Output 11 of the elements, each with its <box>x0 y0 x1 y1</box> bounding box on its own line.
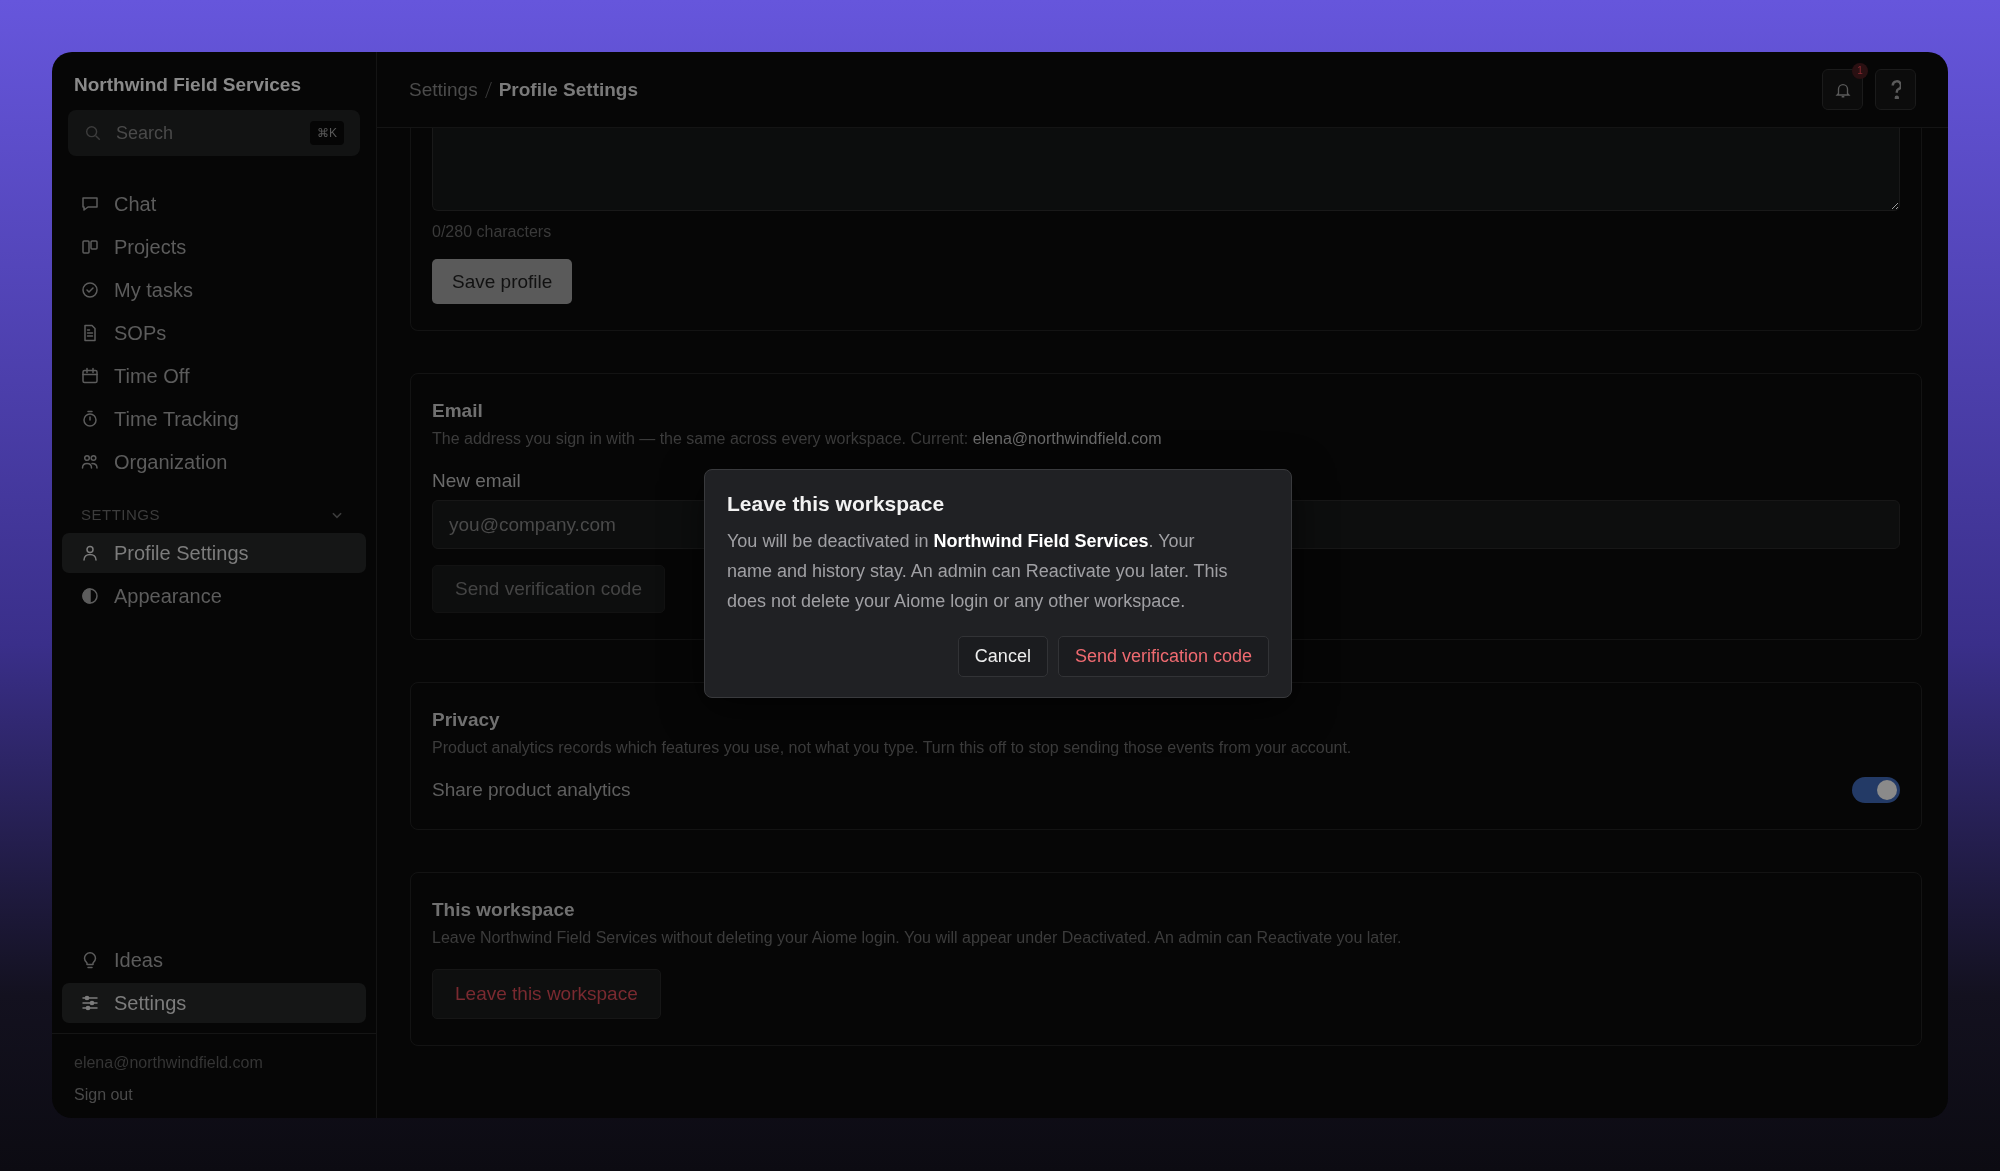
field-label: New email <box>432 470 521 492</box>
card-title: Privacy <box>432 709 500 731</box>
shortcut-badge: ⌘K <box>310 121 344 145</box>
notification-count: 1 <box>1852 63 1868 79</box>
card-title: Email <box>432 400 483 422</box>
workspace-name: Northwind Field Services <box>73 74 302 96</box>
dialog-title: Leave this workspace <box>727 492 946 516</box>
dialog-message: You will be deactivated in Northwind Field Services. Your name and history stay. An admin can Reactivate you later. This does not delete your Aiome login or any other workspace. <box>727 530 1229 613</box>
toggle-label: Share product analytics <box>432 779 631 801</box>
current-email: elena@northwindfield.com <box>972 430 1162 447</box>
card-title: This workspace <box>432 899 575 921</box>
